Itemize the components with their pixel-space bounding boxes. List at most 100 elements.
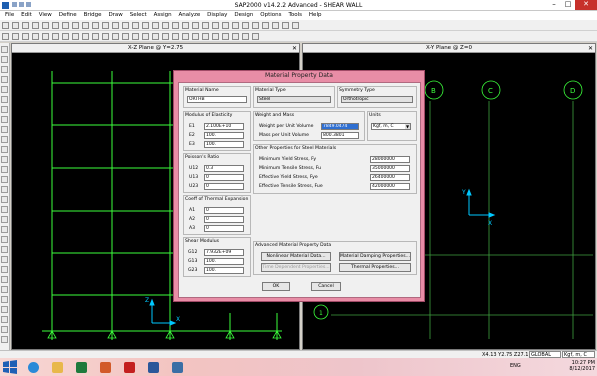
- snap-icon[interactable]: [142, 33, 149, 40]
- load-case-icon[interactable]: [242, 33, 249, 40]
- pdf-icon[interactable]: [118, 359, 140, 375]
- 3d-view-icon[interactable]: [112, 22, 119, 29]
- g13-field[interactable]: 100.: [204, 258, 244, 265]
- quick-draw-icon[interactable]: [72, 33, 79, 40]
- menu-select[interactable]: Select: [130, 11, 147, 20]
- nonlinear-material-button[interactable]: Nonlinear Material Data...: [261, 252, 331, 261]
- merge-icon[interactable]: [1, 306, 8, 313]
- mass-field[interactable]: 800.3801: [321, 132, 359, 139]
- assign-load-icon[interactable]: [102, 33, 109, 40]
- fye-field[interactable]: 26400000: [370, 174, 410, 181]
- redo-icon[interactable]: [42, 22, 49, 29]
- fy-field[interactable]: 28000000: [370, 156, 410, 163]
- rotate-icon[interactable]: [172, 22, 179, 29]
- menu-analyze[interactable]: Analyze: [179, 11, 201, 20]
- menu-view[interactable]: View: [39, 11, 52, 20]
- material-damping-button[interactable]: Material Damping Properties...: [339, 252, 411, 261]
- windows-start-icon[interactable]: [2, 360, 18, 374]
- shell-icon[interactable]: [282, 22, 289, 29]
- menu-draw[interactable]: Draw: [108, 11, 122, 20]
- align-icon[interactable]: [1, 316, 8, 323]
- draw-cable-icon[interactable]: [42, 33, 49, 40]
- menu-assign[interactable]: Assign: [154, 11, 172, 20]
- divide-icon[interactable]: [1, 296, 8, 303]
- reshape-icon[interactable]: [12, 33, 19, 40]
- previous-selection-icon[interactable]: [122, 33, 129, 40]
- snap-intersect-icon[interactable]: [162, 33, 169, 40]
- pointer-icon[interactable]: [2, 33, 9, 40]
- ok-button[interactable]: OK: [262, 282, 290, 291]
- menu-bridge[interactable]: Bridge: [84, 11, 102, 20]
- close-pane-icon[interactable]: ✕: [292, 44, 297, 53]
- snap-perpendicular-icon[interactable]: [1, 196, 8, 203]
- snap-perp-icon[interactable]: [172, 33, 179, 40]
- xy-view-icon[interactable]: [122, 22, 129, 29]
- ie-icon[interactable]: [22, 359, 44, 375]
- minimize-button[interactable]: –: [547, 0, 561, 10]
- draw-link-icon[interactable]: [1, 106, 8, 113]
- assign-section-icon[interactable]: [92, 33, 99, 40]
- undo-icon[interactable]: [32, 22, 39, 29]
- lock-icon[interactable]: [62, 22, 69, 29]
- snap-grid-icon[interactable]: [1, 216, 8, 223]
- run-analysis-icon[interactable]: [72, 22, 79, 29]
- refresh-icon[interactable]: [52, 22, 59, 29]
- show-tables-icon[interactable]: [252, 22, 259, 29]
- cancel-button[interactable]: Cancel: [311, 282, 341, 291]
- select-all-icon[interactable]: [112, 33, 119, 40]
- menu-options[interactable]: Options: [260, 11, 281, 20]
- material-icon[interactable]: [212, 33, 219, 40]
- weight-field[interactable]: 7849.0474: [321, 123, 359, 130]
- fu-field[interactable]: 35000000: [370, 165, 410, 172]
- excel-icon[interactable]: [70, 359, 92, 375]
- draw-line-icon[interactable]: [1, 66, 8, 73]
- close-pane-icon[interactable]: ✕: [588, 44, 593, 53]
- clear-selection-icon[interactable]: [132, 33, 139, 40]
- draw-quad-icon[interactable]: [1, 96, 8, 103]
- set-display-icon[interactable]: [202, 22, 209, 29]
- menu-design[interactable]: Design: [234, 11, 253, 20]
- dimension-icon[interactable]: [1, 226, 8, 233]
- snap-ends-icon[interactable]: [1, 176, 8, 183]
- snap-mid-icon[interactable]: [152, 33, 159, 40]
- maximize-button[interactable]: □: [561, 0, 575, 10]
- draw-area-icon[interactable]: [1, 76, 8, 83]
- open-icon[interactable]: [12, 22, 19, 29]
- e3-field[interactable]: 100.: [204, 141, 244, 148]
- draw-joint-icon[interactable]: [22, 33, 29, 40]
- show-loads-icon[interactable]: [222, 22, 229, 29]
- extrude-icon[interactable]: [1, 326, 8, 333]
- show-undeformed-icon[interactable]: [212, 22, 219, 29]
- media-icon[interactable]: [94, 359, 116, 375]
- group-icon[interactable]: [202, 33, 209, 40]
- e1-field[interactable]: 2.100E+10: [204, 123, 244, 130]
- e2-field[interactable]: 100.: [204, 132, 244, 139]
- a2-field[interactable]: 0: [204, 216, 244, 223]
- g23-field[interactable]: 100.: [204, 267, 244, 274]
- replicate-icon[interactable]: [1, 276, 8, 283]
- clock[interactable]: 10:27 PM 8/12/2017: [569, 360, 595, 372]
- load-pattern-icon[interactable]: [232, 33, 239, 40]
- draw-point-icon[interactable]: [1, 56, 8, 63]
- select-poly-icon[interactable]: [1, 126, 8, 133]
- new-model-icon[interactable]: [2, 22, 9, 29]
- section-designer-icon[interactable]: [292, 22, 299, 29]
- snap-points-icon[interactable]: [1, 166, 8, 173]
- file-explorer-icon[interactable]: [46, 359, 68, 375]
- reference-icon[interactable]: [1, 236, 8, 243]
- u12-field[interactable]: 0.3: [204, 165, 244, 172]
- select-intersect-icon[interactable]: [1, 136, 8, 143]
- assign-restraint-icon[interactable]: [82, 33, 89, 40]
- tray-lang[interactable]: ENG: [510, 363, 521, 369]
- menu-tools[interactable]: Tools: [288, 11, 302, 20]
- snap-lines-icon[interactable]: [1, 206, 8, 213]
- save-icon[interactable]: [22, 22, 29, 29]
- close-button[interactable]: ✕: [575, 0, 597, 10]
- show-forces-icon[interactable]: [242, 22, 249, 29]
- select-all-left-icon[interactable]: [1, 146, 8, 153]
- snap-intersections-icon[interactable]: [1, 186, 8, 193]
- sap2000-taskbar-icon[interactable]: [166, 359, 188, 375]
- yz-view-icon[interactable]: [142, 22, 149, 29]
- measure-icon[interactable]: [1, 266, 8, 273]
- select-pointer-icon[interactable]: [1, 46, 8, 53]
